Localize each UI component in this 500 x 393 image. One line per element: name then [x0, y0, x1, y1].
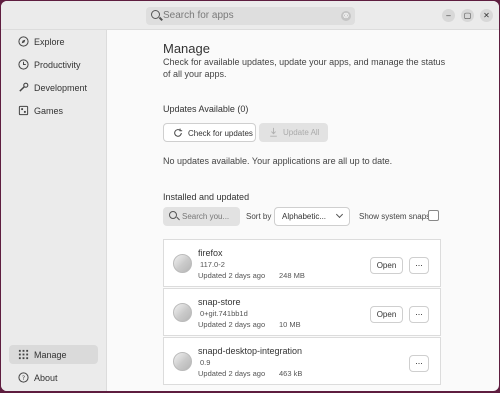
- minimize-button[interactable]: –: [442, 9, 455, 22]
- updates-heading: Updates Available (0): [163, 104, 249, 114]
- wrench-icon: [19, 82, 29, 92]
- sidebar-item-label: Manage: [34, 350, 67, 360]
- compass-icon: [18, 36, 29, 47]
- close-button[interactable]: ✕: [480, 9, 493, 22]
- installed-search-placeholder: Search you...: [182, 212, 230, 221]
- search-icon: [169, 211, 177, 219]
- app-size: 463 kB: [279, 369, 303, 378]
- open-button[interactable]: Open: [370, 257, 403, 274]
- app-name: snap-store: [198, 297, 241, 307]
- check-for-updates-label: Check for updates: [188, 129, 253, 138]
- check-for-updates-button[interactable]: Check for updates: [163, 123, 256, 142]
- app-icon: [173, 303, 192, 322]
- sidebar-item-manage[interactable]: Manage: [9, 345, 98, 364]
- show-system-snaps-label: Show system snaps: [359, 212, 431, 221]
- svg-text:?: ?: [22, 374, 25, 382]
- grid-icon: [18, 349, 29, 360]
- installed-heading: Installed and updated: [163, 192, 250, 202]
- sort-value: Alphabetic...: [282, 212, 327, 221]
- games-icon: [18, 105, 29, 116]
- sidebar-item-label: Productivity: [34, 60, 81, 70]
- sidebar: Explore Productivity Development Games M…: [1, 30, 107, 391]
- app-size: 10 MB: [279, 320, 301, 329]
- installed-search-input[interactable]: Search you...: [163, 207, 240, 226]
- app-version: 117.0-2: [200, 260, 225, 269]
- sidebar-item-games[interactable]: Games: [9, 101, 98, 120]
- app-updated: Updated 2 days ago: [198, 271, 266, 280]
- search-placeholder: Search for apps: [163, 10, 234, 21]
- more-options-button[interactable]: ...: [409, 355, 429, 372]
- app-size: 248 MB: [279, 271, 305, 280]
- no-updates-message: No updates available. Your applications …: [163, 156, 393, 166]
- app-row-snapd-desktop-integration[interactable]: snapd-desktop-integration 0.9 Updated 2 …: [163, 337, 441, 385]
- maximize-button[interactable]: ▢: [461, 9, 474, 22]
- refresh-icon: [174, 128, 183, 137]
- sidebar-item-label: Explore: [34, 37, 65, 47]
- update-all-label: Update All: [283, 128, 320, 137]
- page-description: Check for available updates, update your…: [163, 57, 446, 79]
- open-button[interactable]: Open: [370, 306, 403, 323]
- app-row-firefox[interactable]: firefox 117.0-2 Updated 2 days ago 248 M…: [163, 239, 441, 287]
- clear-search-icon[interactable]: ⊗: [341, 11, 351, 21]
- sort-by-label: Sort by: [246, 212, 272, 221]
- search-icon: [151, 10, 160, 19]
- sidebar-item-about[interactable]: ? About: [9, 368, 98, 387]
- sidebar-item-label: Development: [34, 83, 88, 93]
- sidebar-item-label: About: [34, 373, 58, 383]
- app-name: snapd-desktop-integration: [198, 346, 303, 356]
- app-name: firefox: [198, 248, 223, 258]
- clock-icon: [18, 59, 29, 70]
- help-icon: ?: [18, 372, 29, 383]
- app-icon: [173, 352, 192, 371]
- title-bar: Search for apps ⊗ – ▢ ✕: [1, 1, 499, 30]
- sidebar-item-explore[interactable]: Explore: [9, 32, 98, 51]
- sidebar-item-development[interactable]: Development: [9, 78, 98, 97]
- app-updated: Updated 2 days ago: [198, 369, 266, 378]
- chevron-down-icon: [335, 210, 344, 219]
- sidebar-item-label: Games: [34, 106, 64, 116]
- more-options-button[interactable]: ...: [409, 306, 429, 323]
- main-content: Manage Check for available updates, upda…: [107, 30, 499, 391]
- download-icon: [270, 127, 277, 137]
- search-bar[interactable]: Search for apps ⊗: [146, 7, 355, 25]
- update-all-button[interactable]: Update All: [259, 123, 328, 142]
- app-version: 0.9: [200, 358, 211, 367]
- page-title: Manage: [163, 41, 210, 56]
- app-updated: Updated 2 days ago: [198, 320, 266, 329]
- app-version: 0+git.741bb1d: [200, 309, 248, 318]
- app-icon: [173, 254, 192, 273]
- app-window: Search for apps ⊗ – ▢ ✕ Explore Producti…: [1, 1, 499, 391]
- more-options-button[interactable]: ...: [409, 257, 429, 274]
- app-row-snap-store[interactable]: snap-store 0+git.741bb1d Updated 2 days …: [163, 288, 441, 336]
- show-system-snaps-checkbox[interactable]: [428, 210, 439, 221]
- sort-dropdown[interactable]: Alphabetic...: [274, 207, 350, 226]
- sidebar-item-productivity[interactable]: Productivity: [9, 55, 98, 74]
